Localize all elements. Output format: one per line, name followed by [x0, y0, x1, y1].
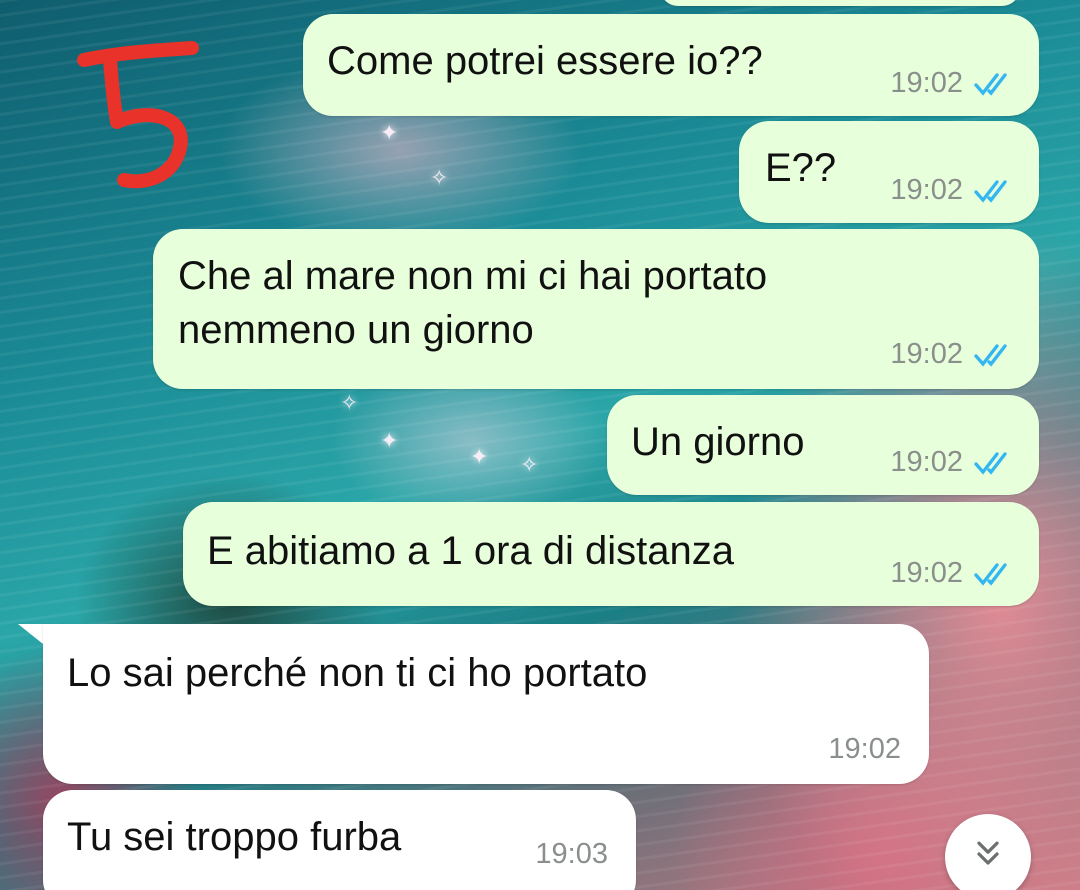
message-meta: 19:02: [890, 338, 1017, 371]
read-receipt-icon: [974, 451, 1007, 475]
message-bubble-incoming[interactable]: Lo sai perché non ti ci ho portato 19:02: [43, 624, 929, 784]
message-time: 19:02: [828, 733, 901, 765]
message-time: 19:02: [890, 557, 963, 589]
read-receipt-icon: [974, 72, 1007, 96]
message-bubble-outgoing[interactable]: Come potrei essere io?? 19:02: [303, 14, 1039, 116]
message-time: 19:03: [535, 838, 608, 870]
message-text: Lo sai perché non ti ci ho portato: [67, 651, 648, 695]
read-receipt-icon: [974, 179, 1007, 203]
message-meta: 19:02: [890, 67, 1017, 100]
message-text: E??: [765, 146, 837, 190]
message-meta: 19:02: [828, 733, 901, 766]
read-receipt-icon: [974, 343, 1007, 367]
read-receipt-icon: [974, 562, 1007, 586]
message-meta: 19:03: [535, 838, 608, 871]
message-text: Un giorno: [631, 420, 805, 464]
message-text: Che al mare non mi ci hai portato nemmen…: [178, 254, 768, 352]
double-chevron-down-icon: [977, 841, 999, 865]
scroll-to-bottom-button[interactable]: [945, 814, 1031, 890]
message-text: Come potrei essere io??: [327, 39, 763, 83]
message-time: 19:02: [890, 67, 963, 99]
message-bubble-incoming[interactable]: Tu sei troppo furba 19:03: [43, 790, 636, 890]
message-meta: 19:02: [890, 174, 1017, 207]
message-text: E abitiamo a 1 ora di distanza: [207, 529, 734, 573]
chat-area[interactable]: Come potrei essere io?? 19:02 E?? 19:02 …: [0, 0, 1080, 890]
message-meta: 19:02: [890, 446, 1017, 479]
message-time: 19:02: [890, 338, 963, 370]
message-time: 19:02: [890, 446, 963, 478]
message-bubble-outgoing[interactable]: E abitiamo a 1 ora di distanza 19:02: [183, 502, 1039, 606]
message-bubble-outgoing[interactable]: E?? 19:02: [739, 121, 1039, 223]
message-text: Tu sei troppo furba: [67, 815, 402, 859]
message-time: 19:02: [890, 174, 963, 206]
message-bubble-outgoing[interactable]: Un giorno 19:02: [607, 395, 1039, 495]
message-bubble-partial[interactable]: [660, 0, 1020, 6]
message-bubble-outgoing[interactable]: Che al mare non mi ci hai portato nemmen…: [153, 229, 1039, 389]
message-meta: 19:02: [890, 557, 1017, 590]
